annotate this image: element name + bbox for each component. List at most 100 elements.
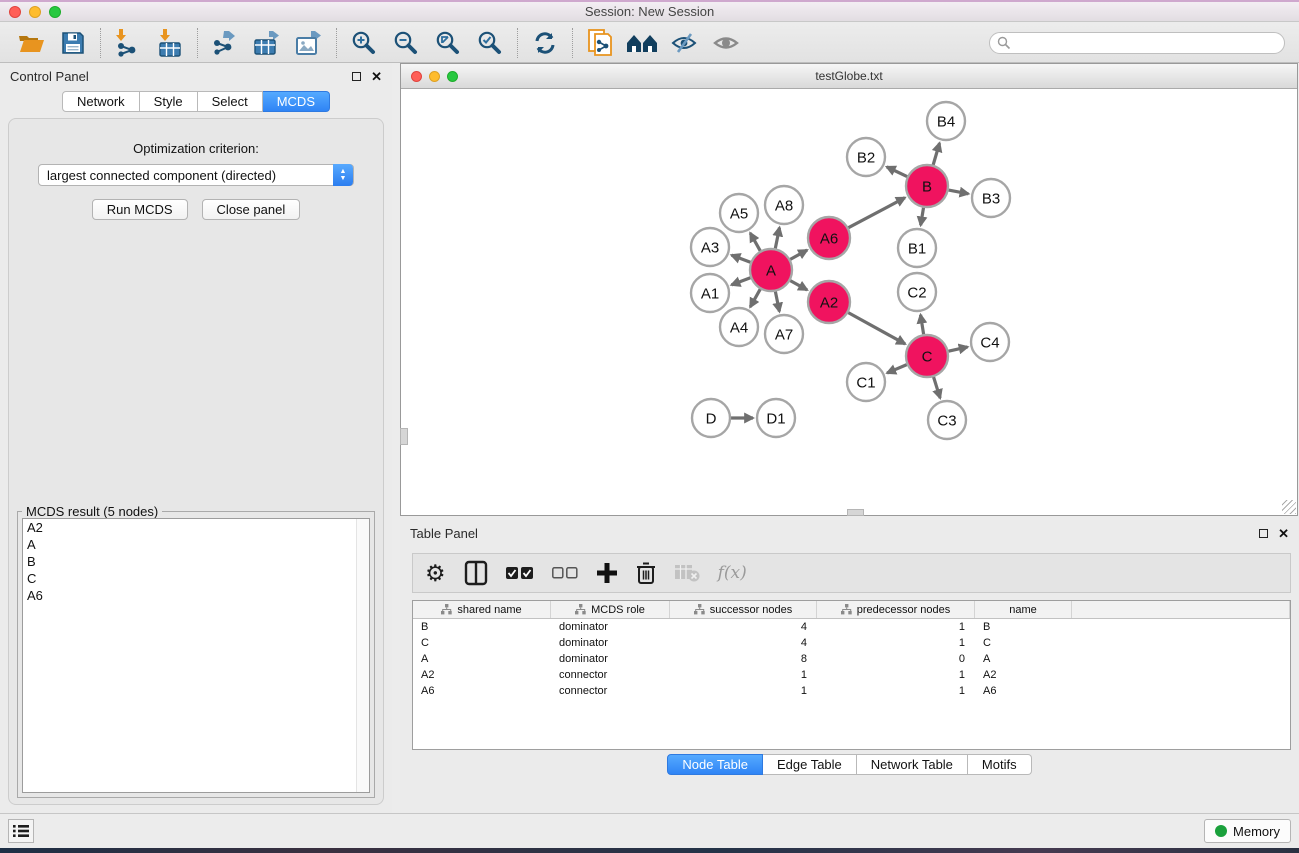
graph-node-label: A1: [701, 285, 719, 302]
mcds-result-list[interactable]: A2 A B C A6: [22, 518, 370, 793]
show-all-eye-icon[interactable]: [705, 26, 747, 60]
graph-edge[interactable]: [732, 255, 751, 262]
graph-edge[interactable]: [848, 198, 904, 228]
column-header-successor-nodes[interactable]: successor nodes: [670, 601, 817, 618]
toolbar-separator: [100, 28, 101, 58]
create-column-plus-icon[interactable]: [596, 559, 618, 587]
open-file-icon[interactable]: [10, 26, 52, 60]
network-graph[interactable]: B4B2BB3A5A8A6A3B1AA1C2A2A4A7C4CC1DD1C3: [401, 89, 1297, 515]
tab-network[interactable]: Network: [62, 91, 140, 112]
graph-edge[interactable]: [949, 190, 969, 194]
optimization-criterion-select[interactable]: largest connected component (directed) ▲…: [38, 164, 354, 186]
mcds-result-item[interactable]: A2: [23, 519, 369, 536]
import-table-icon[interactable]: [149, 26, 191, 60]
mcds-result-item[interactable]: A6: [23, 587, 369, 604]
app-window: Session: New Session: [0, 0, 1299, 853]
table-settings-gear-icon[interactable]: ⚙: [425, 559, 446, 587]
graph-edge[interactable]: [933, 143, 939, 165]
hide-selected-eye-icon[interactable]: [663, 26, 705, 60]
mcds-tab-body: Optimization criterion: largest connecte…: [8, 118, 384, 805]
toolbar-separator: [197, 28, 198, 58]
close-panel-button[interactable]: Close panel: [202, 199, 301, 220]
select-all-rows-icon[interactable]: [506, 559, 534, 587]
tab-style[interactable]: Style: [140, 91, 198, 112]
tab-edge-table[interactable]: Edge Table: [763, 754, 857, 775]
table-row[interactable]: Cdominator41C: [413, 635, 1290, 651]
network-frame-titlebar[interactable]: testGlobe.txt: [401, 64, 1297, 89]
tab-node-table[interactable]: Node Table: [667, 754, 763, 775]
mcds-result-item[interactable]: C: [23, 570, 369, 587]
run-mcds-button[interactable]: Run MCDS: [92, 199, 188, 220]
search-input[interactable]: [989, 32, 1285, 54]
zoom-out-icon[interactable]: [385, 26, 427, 60]
graph-edge[interactable]: [887, 365, 907, 373]
graph-edge[interactable]: [775, 228, 779, 249]
graph-node-label: A2: [820, 294, 838, 311]
mcds-result-group: MCDS result (5 nodes) A2 A B C A6: [17, 511, 375, 798]
export-image-icon[interactable]: [288, 26, 330, 60]
float-panel-icon[interactable]: [1259, 529, 1268, 538]
zoom-fit-icon[interactable]: [427, 26, 469, 60]
graph-edge[interactable]: [790, 281, 807, 290]
tab-select[interactable]: Select: [198, 91, 263, 112]
graph-edge[interactable]: [790, 250, 807, 259]
close-panel-icon[interactable]: ✕: [1278, 527, 1289, 540]
delete-table-icon: [674, 559, 700, 587]
column-header-shared-name[interactable]: shared name: [413, 601, 551, 618]
graph-edge[interactable]: [948, 347, 967, 351]
delete-column-trash-icon[interactable]: [636, 559, 656, 587]
close-panel-icon[interactable]: ✕: [371, 70, 382, 83]
zoom-in-icon[interactable]: [343, 26, 385, 60]
table-row[interactable]: Adominator80A: [413, 651, 1290, 667]
first-neighbors-houses-icon[interactable]: [621, 26, 663, 60]
export-network-icon[interactable]: [204, 26, 246, 60]
memory-button[interactable]: Memory: [1204, 819, 1291, 843]
deselect-all-rows-icon[interactable]: [552, 559, 578, 587]
canvas-splitter-handle[interactable]: [400, 428, 408, 445]
export-table-icon[interactable]: [246, 26, 288, 60]
float-panel-icon[interactable]: [352, 72, 361, 81]
tab-mcds[interactable]: MCDS: [263, 91, 330, 112]
column-type-icon: [575, 604, 586, 615]
mcds-result-item[interactable]: A: [23, 536, 369, 553]
graph-edge[interactable]: [775, 292, 779, 312]
table-panel-title: Table Panel: [410, 526, 478, 541]
graph-edge[interactable]: [921, 208, 924, 226]
tab-network-table[interactable]: Network Table: [857, 754, 968, 775]
refresh-icon[interactable]: [524, 26, 566, 60]
mcds-result-item[interactable]: B: [23, 553, 369, 570]
result-list-scrollbar[interactable]: [356, 519, 369, 792]
graph-edge[interactable]: [887, 167, 907, 177]
canvas-splitter-handle[interactable]: [847, 509, 864, 516]
graph-edge[interactable]: [921, 315, 924, 335]
table-row[interactable]: Bdominator41B: [413, 619, 1290, 635]
table-row[interactable]: A6connector11A6: [413, 683, 1290, 699]
table-toolbar: ⚙: [412, 553, 1291, 593]
new-network-from-selection-icon[interactable]: [579, 26, 621, 60]
control-panel: Control Panel ✕ Network Style Select MCD…: [0, 63, 392, 813]
network-canvas[interactable]: B4B2BB3A5A8A6A3B1AA1C2A2A4A7C4CC1DD1C3: [401, 89, 1297, 515]
import-network-icon[interactable]: [107, 26, 149, 60]
resize-grip-icon[interactable]: [1282, 500, 1296, 514]
main-toolbar: [0, 24, 1299, 63]
show-columns-icon[interactable]: [464, 559, 488, 587]
zoom-selected-icon[interactable]: [469, 26, 511, 60]
graph-edge[interactable]: [750, 233, 760, 251]
graph-edge[interactable]: [750, 289, 760, 307]
show-tasks-button[interactable]: [8, 819, 34, 843]
control-panel-header: Control Panel ✕: [0, 63, 392, 89]
status-bar: Memory: [0, 813, 1299, 848]
table-row[interactable]: A2connector11A2: [413, 667, 1290, 683]
column-header-mcds-role[interactable]: MCDS role: [551, 601, 670, 618]
control-panel-title: Control Panel: [10, 69, 89, 84]
column-header-name[interactable]: name: [975, 601, 1072, 618]
search-icon: [997, 36, 1011, 50]
memory-status-icon: [1215, 825, 1227, 837]
function-builder-icon: f(x): [718, 559, 747, 587]
tab-motifs[interactable]: Motifs: [968, 754, 1032, 775]
graph-edge[interactable]: [848, 313, 905, 344]
column-header-predecessor-nodes[interactable]: predecessor nodes: [817, 601, 975, 618]
graph-edge[interactable]: [732, 278, 751, 285]
save-session-icon[interactable]: [52, 26, 94, 60]
graph-edge[interactable]: [934, 377, 941, 398]
